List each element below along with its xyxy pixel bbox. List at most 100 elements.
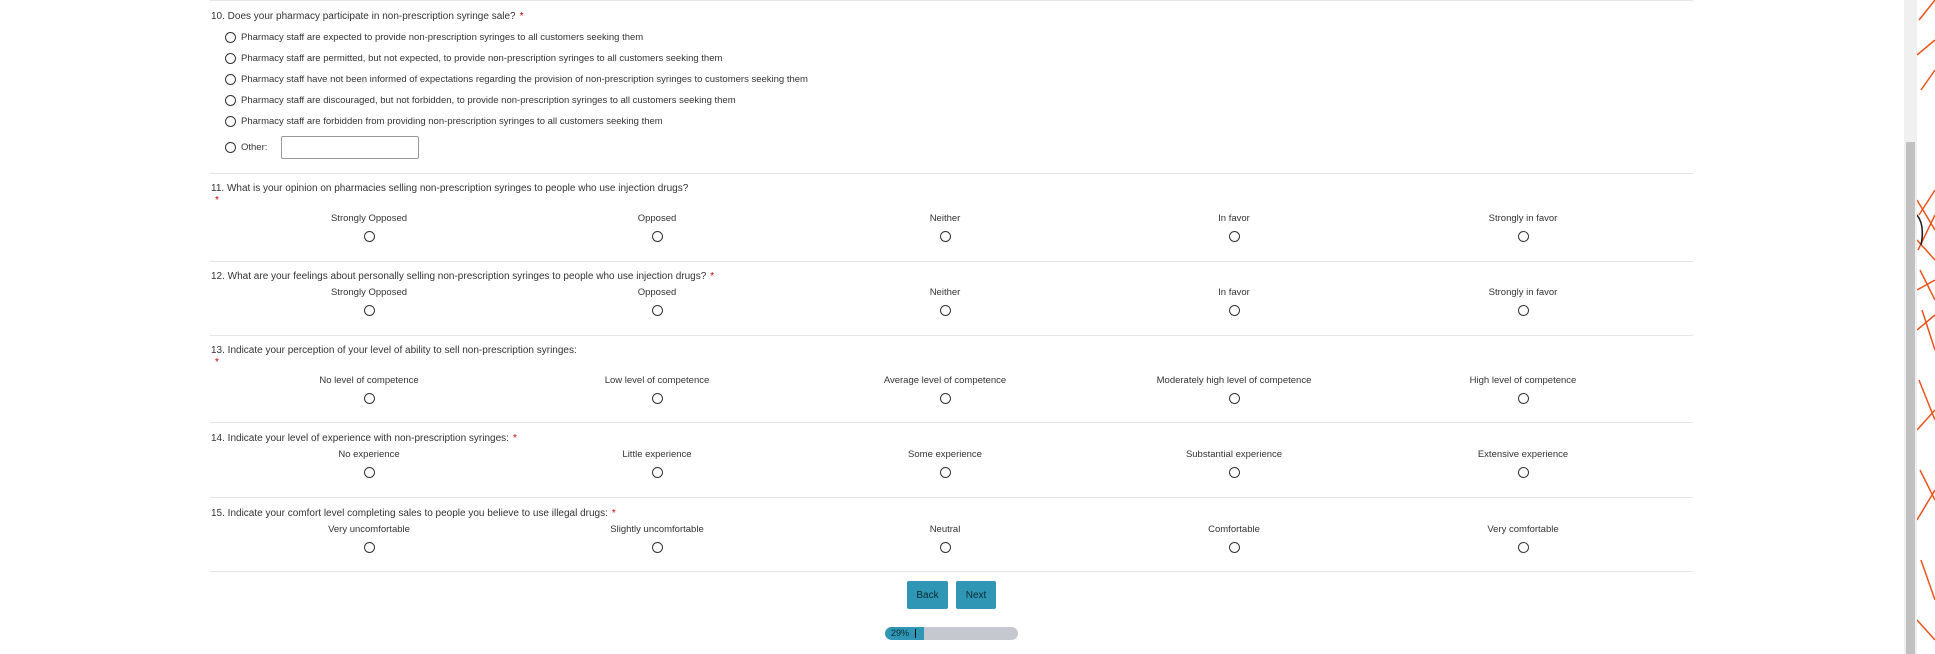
q14-scale-3[interactable]: Some experience	[845, 449, 1045, 478]
scale-label: In favor	[1218, 213, 1250, 224]
scale-label: Strongly Opposed	[330, 213, 408, 224]
radio-button[interactable]	[1229, 467, 1240, 478]
scale-label: Opposed	[637, 287, 677, 298]
q10-option-3[interactable]: Pharmacy staff have not been informed of…	[225, 72, 808, 86]
scale-label: Neutral	[929, 524, 961, 535]
radio-button[interactable]	[1518, 467, 1529, 478]
scale-label: Very comfortable	[1487, 524, 1559, 535]
q12-scale-1[interactable]: Strongly Opposed	[269, 287, 469, 316]
scale-label: Opposed	[637, 213, 677, 224]
radio-button[interactable]	[1229, 305, 1240, 316]
q13-scale-4[interactable]: Moderately high level of competence	[1134, 375, 1334, 404]
radio-button[interactable]	[225, 115, 236, 127]
required-marker: *	[512, 433, 517, 444]
radio-button[interactable]	[225, 94, 236, 106]
divider	[210, 173, 1693, 174]
radio-button[interactable]	[364, 305, 375, 316]
radio-button[interactable]	[364, 542, 375, 553]
q10-option-1[interactable]: Pharmacy staff are expected to provide n…	[225, 30, 643, 44]
q12-scale-2[interactable]: Opposed	[557, 287, 757, 316]
scale-label: Low level of competence	[604, 375, 710, 386]
q11-scale-4[interactable]: In favor	[1134, 213, 1334, 242]
q12-scale-3[interactable]: Neither	[845, 287, 1045, 316]
option-label: Pharmacy staff are forbidden from provid…	[241, 115, 663, 127]
radio-button[interactable]	[1518, 305, 1529, 316]
scale-label: Moderately high level of competence	[1156, 375, 1312, 386]
scrollbar-thumb[interactable]	[1906, 142, 1915, 654]
q13-scale-2[interactable]: Low level of competence	[557, 375, 757, 404]
radio-button[interactable]	[225, 31, 236, 43]
radio-button[interactable]	[652, 467, 663, 478]
q10-option-5[interactable]: Pharmacy staff are forbidden from provid…	[225, 114, 663, 128]
q12-scale-4[interactable]: In favor	[1134, 287, 1334, 316]
radio-button[interactable]	[940, 305, 951, 316]
radio-button[interactable]	[652, 305, 663, 316]
q11-scale-2[interactable]: Opposed	[557, 213, 757, 242]
radio-button[interactable]	[940, 231, 951, 242]
q15-scale-2[interactable]: Slightly uncomfortable	[557, 524, 757, 553]
q14-scale-4[interactable]: Substantial experience	[1134, 449, 1334, 478]
option-label: Pharmacy staff are permitted, but not ex…	[241, 52, 723, 64]
required-marker: *	[710, 271, 715, 282]
radio-button[interactable]	[652, 393, 663, 404]
radio-button[interactable]	[1229, 393, 1240, 404]
radio-button[interactable]	[364, 231, 375, 242]
q11-scale-5[interactable]: Strongly in favor	[1423, 213, 1623, 242]
scale-label: Extensive experience	[1477, 449, 1569, 460]
q12-scale-5[interactable]: Strongly in favor	[1423, 287, 1623, 316]
radio-button[interactable]	[940, 393, 951, 404]
radio-button[interactable]	[225, 73, 236, 85]
required-marker: *	[215, 357, 219, 368]
radio-button[interactable]	[652, 542, 663, 553]
q15-scale-3[interactable]: Neutral	[845, 524, 1045, 553]
scale-label: Strongly in favor	[1488, 213, 1558, 224]
q13-scale-5[interactable]: High level of competence	[1423, 375, 1623, 404]
radio-button[interactable]	[940, 542, 951, 553]
q14-scale-1[interactable]: No experience	[269, 449, 469, 478]
question-11-text: 11. What is your opinion on pharmacies s…	[211, 183, 689, 194]
q11-scale-3[interactable]: Neither	[845, 213, 1045, 242]
scale-label: Substantial experience	[1185, 449, 1283, 460]
question-14-text: 14. Indicate your level of experience wi…	[211, 433, 517, 444]
radio-button[interactable]	[1229, 542, 1240, 553]
radio-button[interactable]	[652, 231, 663, 242]
scale-label: Neither	[929, 213, 961, 224]
scale-label: Neither	[929, 287, 961, 298]
q15-scale-1[interactable]: Very uncomfortable	[269, 524, 469, 553]
other-text-input[interactable]	[281, 136, 419, 159]
radio-button[interactable]	[225, 52, 236, 64]
option-label: Pharmacy staff have not been informed of…	[241, 73, 808, 85]
q11-scale-1[interactable]: Strongly Opposed	[269, 213, 469, 242]
radio-button[interactable]	[1518, 393, 1529, 404]
radio-button[interactable]	[940, 467, 951, 478]
scale-label: High level of competence	[1469, 375, 1577, 386]
progress-text: 29%	[891, 628, 910, 638]
q10-option-2[interactable]: Pharmacy staff are permitted, but not ex…	[225, 51, 722, 65]
back-button[interactable]: Back	[907, 581, 948, 609]
q14-scale-5[interactable]: Extensive experience	[1423, 449, 1623, 478]
radio-button[interactable]	[1518, 542, 1529, 553]
option-label: Pharmacy staff are discouraged, but not …	[241, 94, 736, 106]
q10-option-4[interactable]: Pharmacy staff are discouraged, but not …	[225, 93, 736, 107]
q15-scale-4[interactable]: Comfortable	[1134, 524, 1334, 553]
radio-button[interactable]	[1229, 231, 1240, 242]
divider	[210, 422, 1693, 423]
radio-button[interactable]	[1518, 231, 1529, 242]
next-button[interactable]: Next	[956, 581, 996, 609]
divider	[210, 335, 1693, 336]
radio-button[interactable]	[364, 393, 375, 404]
q15-scale-5[interactable]: Very comfortable	[1423, 524, 1623, 553]
q13-scale-3[interactable]: Average level of competence	[845, 375, 1045, 404]
scale-label: Average level of competence	[883, 375, 1007, 386]
question-15-text: 15. Indicate your comfort level completi…	[211, 508, 616, 519]
scale-label: Some experience	[908, 449, 982, 460]
scale-label: Strongly in favor	[1488, 287, 1558, 298]
q13-scale-1[interactable]: No level of competence	[269, 375, 469, 404]
scale-label: Comfortable	[1208, 524, 1260, 535]
question-13-text: 13. Indicate your perception of your lev…	[211, 345, 577, 356]
q10-option-other[interactable]: Other:	[225, 140, 267, 154]
divider	[210, 571, 1693, 572]
radio-button[interactable]	[364, 467, 375, 478]
radio-button[interactable]	[225, 141, 236, 153]
q14-scale-2[interactable]: Little experience	[557, 449, 757, 478]
